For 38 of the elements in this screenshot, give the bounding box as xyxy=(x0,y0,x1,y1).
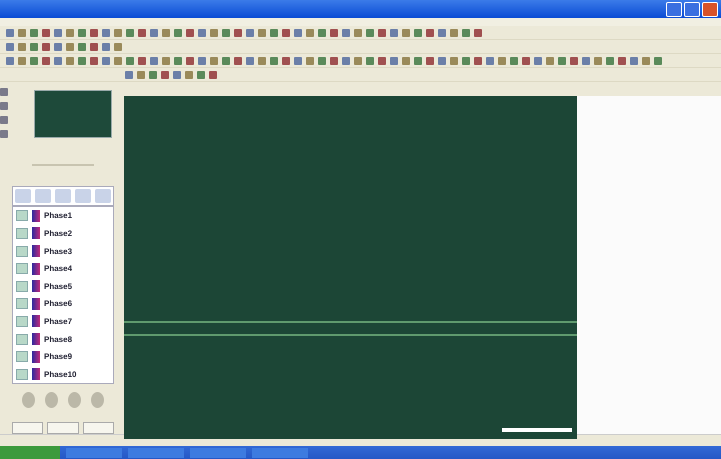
visibility-icon[interactable] xyxy=(16,334,28,345)
layer-name[interactable]: Phase6 xyxy=(44,299,72,308)
visibility-icon[interactable] xyxy=(16,210,28,222)
maximize-button[interactable] xyxy=(684,2,700,16)
layer-name[interactable]: Phase8 xyxy=(44,334,72,344)
layer-name[interactable]: Phase9 xyxy=(44,352,72,362)
visibility-icon[interactable] xyxy=(16,351,28,362)
panel-tab[interactable] xyxy=(12,422,44,434)
layer-swatch xyxy=(32,210,40,222)
layer-name[interactable]: Phase10 xyxy=(44,370,76,379)
layer-swatch xyxy=(32,280,40,292)
scale-bar xyxy=(502,428,572,432)
layer-swatch xyxy=(32,298,40,310)
layer-name[interactable]: Phase4 xyxy=(44,264,72,274)
panel-tab[interactable] xyxy=(47,422,79,434)
visibility-icon[interactable] xyxy=(16,280,28,292)
layer-swatch xyxy=(32,315,40,328)
layer-name[interactable]: Phase7 xyxy=(44,316,72,326)
layer-name[interactable]: Phase5 xyxy=(44,282,72,291)
layer-swatch xyxy=(32,368,40,380)
layer-swatch xyxy=(32,262,40,275)
layer-swatch xyxy=(32,333,40,346)
visibility-icon[interactable] xyxy=(16,228,28,239)
layer-swatch xyxy=(32,227,40,240)
close-button[interactable] xyxy=(702,2,718,16)
panel-tab[interactable] xyxy=(82,422,114,434)
layer-swatch xyxy=(32,350,40,363)
layer-name[interactable]: Phase1 xyxy=(44,211,72,220)
layer-name[interactable]: Phase3 xyxy=(44,246,72,256)
visibility-icon[interactable] xyxy=(16,246,28,257)
visibility-icon[interactable] xyxy=(16,316,28,327)
visibility-icon[interactable] xyxy=(16,368,28,380)
minimize-button[interactable] xyxy=(666,2,682,16)
visibility-icon[interactable] xyxy=(16,263,28,274)
visibility-icon[interactable] xyxy=(16,298,28,310)
start-button[interactable] xyxy=(0,446,60,459)
layer-swatch xyxy=(32,245,40,258)
layer-name[interactable]: Phase2 xyxy=(44,228,72,238)
